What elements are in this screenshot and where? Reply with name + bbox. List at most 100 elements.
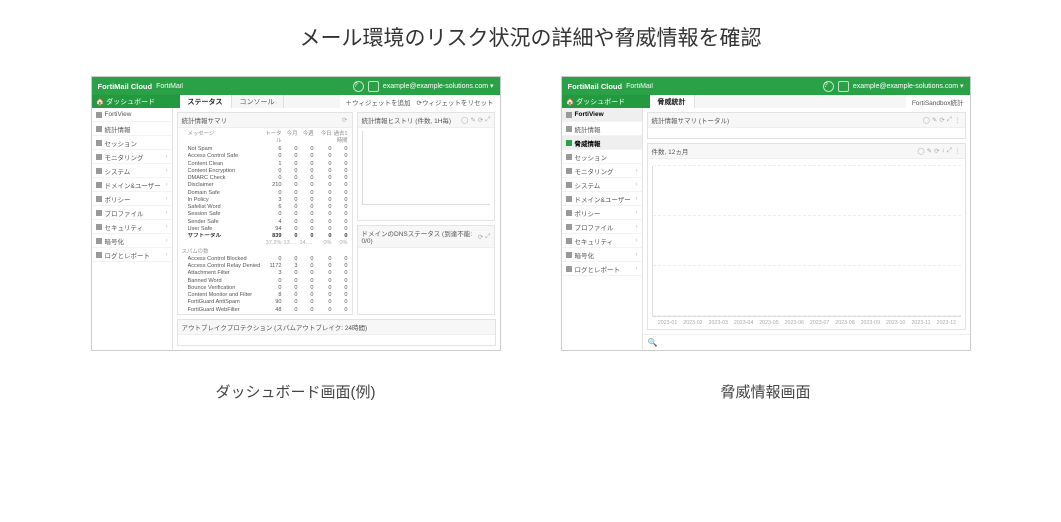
sidebar-item-label: システム — [105, 166, 131, 176]
outbreak-title: アウトブレイクプロテクション (スパムアウトブレイク: 24時間) — [182, 322, 368, 332]
sidebar-item-モニタリング[interactable]: モニタリング› — [92, 150, 172, 164]
threat-screenshot: FortiMail Cloud FortiMail ? example@exam… — [561, 76, 971, 402]
sidebar-item-セッション[interactable]: セッション — [92, 136, 172, 150]
sidebar-item-暗号化[interactable]: 暗号化› — [92, 234, 172, 248]
chevron-right-icon: › — [166, 168, 168, 174]
monitor-icon — [566, 168, 572, 174]
titlebar: FortiMail Cloud FortiMail ? example@exam… — [92, 77, 500, 95]
chevron-right-icon: › — [166, 252, 168, 258]
reset-widgets[interactable]: ⟳ウィジェットをリセット — [417, 97, 494, 107]
sidebar-item-label: モニタリング — [575, 166, 614, 176]
chevron-right-icon: › — [166, 210, 168, 216]
sidebar-item-label: ドメイン&ユーザー — [575, 194, 631, 204]
sidebar-item-セキュリティ[interactable]: セキュリティ › — [562, 234, 642, 248]
chevron-right-icon: › — [636, 196, 638, 202]
sidebar-item-label: 統計情報 — [105, 124, 131, 134]
sidebar-item-統計情報[interactable]: 統計情報 — [92, 122, 172, 136]
dashboard-tabs: ステータスコンソール — [180, 95, 340, 108]
search-icon[interactable]: 🔍 — [648, 338, 658, 347]
sidebar-item-label: セッション — [575, 152, 608, 162]
chevron-right-icon: › — [636, 238, 638, 244]
sidebar-item-label: セキュリティ — [105, 222, 144, 232]
sidebar-item-ポリシー[interactable]: ポリシー› — [562, 206, 642, 220]
dashboard-home[interactable]: 🏠 ダッシュボード — [562, 95, 650, 108]
fullscreen-icon[interactable] — [368, 81, 379, 92]
sidebar: FortiView統計情報セッションモニタリング›システム›ドメイン&ユーザー›… — [92, 108, 173, 350]
chevron-right-icon: › — [166, 224, 168, 230]
brand-name: FortiMail Cloud — [98, 82, 153, 91]
brand-product: FortiMail — [626, 83, 653, 90]
help-icon[interactable]: ? — [823, 81, 834, 92]
sidebar-item-セキュリティ[interactable]: セキュリティ › — [92, 220, 172, 234]
stats-summary-widget: 統計情報サマリ ⟳ メッセージトータル今月今週今日過去1時間Not Spam60… — [177, 112, 353, 315]
chevron-right-icon: › — [636, 182, 638, 188]
chevron-right-icon: › — [636, 266, 638, 272]
help-icon[interactable]: ? — [353, 81, 364, 92]
sidebar-item-label: 統計情報 — [575, 124, 601, 134]
sidebar-item-label: FortiView — [105, 111, 132, 118]
outbreak-widget: アウトブレイクプロテクション (スパムアウトブレイク: 24時間) — [177, 319, 496, 346]
fullscreen-icon[interactable] — [838, 81, 849, 92]
sidebar-item-label: モニタリング — [105, 152, 144, 162]
tab-脅威統計[interactable]: 脅威統計 — [650, 95, 695, 108]
sidebar-item-label: ポリシー — [105, 194, 131, 204]
sidebar-item-ドメイン&ユーザー[interactable]: ドメイン&ユーザー › — [92, 178, 172, 192]
account-menu[interactable]: example@example-solutions.com ▾ — [383, 82, 494, 90]
right-caption: 脅威情報画面 — [720, 381, 810, 402]
dns-status-widget: ドメインのDNSステータス (到達不能: 0/0) ⟳⤢ — [357, 225, 496, 315]
sidebar-item-セッション[interactable]: セッション — [562, 150, 642, 164]
chevron-right-icon: › — [636, 224, 638, 230]
session-icon — [566, 154, 572, 160]
threat-tabs: 脅威統計 — [650, 95, 906, 108]
sidebar-item-モニタリング[interactable]: モニタリング › — [562, 164, 642, 178]
tab-コンソール[interactable]: コンソール — [232, 95, 284, 108]
stats-summary-title: 統計情報サマリ — [182, 115, 228, 125]
sidebar-item-FortiView[interactable]: FortiView — [92, 108, 172, 122]
sidebar-item-プロファイル[interactable]: プロファイル› — [92, 206, 172, 220]
key-icon — [96, 238, 102, 244]
sidebar-item-label: プロファイル — [575, 222, 614, 232]
page-title: メール環境のリスク状況の詳細や脅威情報を確認 — [0, 22, 1061, 52]
search-row: 🔍 — [643, 334, 970, 350]
add-widget[interactable]: ＋ウィジェットを追加 — [346, 97, 411, 107]
refresh-icon[interactable]: ⟳ — [342, 116, 347, 124]
chevron-right-icon: › — [166, 238, 168, 244]
history-title: 統計情報ヒストリ (件数, 1H毎) — [362, 115, 452, 125]
user-icon — [566, 196, 572, 202]
lock-icon — [96, 224, 102, 230]
sidebar-item-ドメイン&ユーザー[interactable]: ドメイン&ユーザー › — [562, 192, 642, 206]
sidebar-item-label: FortiView — [575, 111, 604, 118]
gear-icon — [566, 182, 572, 188]
log-icon — [566, 266, 572, 272]
sidebar-item-FortiView[interactable]: FortiView — [562, 108, 642, 122]
key-icon — [566, 252, 572, 258]
sidebar-item-ポリシー[interactable]: ポリシー› — [92, 192, 172, 206]
chevron-right-icon: › — [166, 182, 168, 188]
brand-name: FortiMail Cloud — [568, 82, 623, 91]
session-icon — [96, 140, 102, 146]
sidebar-item-暗号化[interactable]: 暗号化› — [562, 248, 642, 262]
chevron-right-icon: › — [636, 168, 638, 174]
summary-pies-title: 統計情報サマリ (トータル) — [652, 115, 730, 125]
sidebar-item-label: 脅威情報 — [575, 138, 601, 148]
sidebar-item-脅威情報[interactable]: 脅威情報 — [562, 136, 642, 150]
sidebar: FortiView統計情報脅威情報セッションモニタリング›システム›ドメイン&ユ… — [562, 108, 643, 350]
sidebar-item-label: セッション — [105, 138, 138, 148]
dns-pie-chart — [431, 255, 486, 310]
sidebar-item-統計情報[interactable]: 統計情報 — [562, 122, 642, 136]
sidebar-item-ログとレポート[interactable]: ログとレポート› — [562, 262, 642, 276]
sidebar-item-システム[interactable]: システム › — [92, 164, 172, 178]
sidebar-item-プロファイル[interactable]: プロファイル › — [562, 220, 642, 234]
stats-icon — [96, 126, 102, 132]
sidebar-item-ログとレポート[interactable]: ログとレポート› — [92, 248, 172, 262]
account-menu[interactable]: example@example-solutions.com ▾ — [853, 82, 964, 90]
sidebar-item-label: ドメイン&ユーザー — [105, 180, 161, 190]
sidebar-item-label: セキュリティ — [575, 236, 614, 246]
dashboard-home[interactable]: 🏠 ダッシュボード — [92, 95, 180, 108]
sidebar-item-システム[interactable]: システム› — [562, 178, 642, 192]
policy-icon — [566, 210, 572, 216]
summary-pies-widget: 統計情報サマリ (トータル) ◯✎⟳⤢⋮ — [647, 112, 966, 139]
chart-icon — [566, 112, 572, 118]
tab-ステータス[interactable]: ステータス — [180, 95, 232, 108]
breadcrumb: FortiSandbox統計 — [912, 97, 964, 107]
